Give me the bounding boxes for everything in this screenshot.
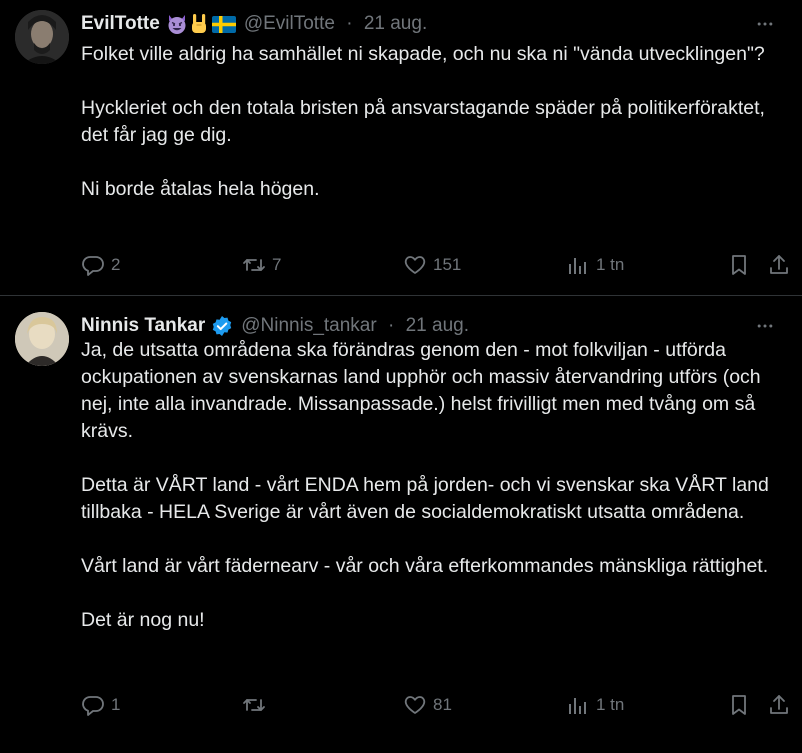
display-name[interactable]: EvilTotte (81, 13, 160, 35)
views-count: 1 tn (596, 695, 625, 714)
tweet-ninnis-tankar[interactable]: Ninnis Tankar @Ninnis_tankar · 21 aug. J… (0, 296, 802, 753)
timestamp[interactable]: 21 aug. (364, 13, 427, 34)
reply-button[interactable]: 2 (81, 250, 120, 280)
tweet-paragraph: Ja, de utsatta områdena ska förändras ge… (81, 339, 761, 442)
like-button[interactable]: 81 (403, 690, 452, 720)
tweet-paragraph: Detta är VÅRT land - vårt ENDA hem på jo… (81, 474, 769, 523)
tweet-paragraph: Ni borde åtalas hela högen. (81, 178, 320, 200)
reply-icon (82, 256, 104, 276)
views-icon (569, 698, 586, 714)
tweet-paragraph: Vårt land är vårt fädernearv - vår och v… (81, 555, 769, 577)
share-icon (770, 255, 788, 274)
share-icon (770, 695, 788, 714)
tweet-header: Ninnis Tankar @Ninnis_tankar · 21 aug. (81, 313, 786, 339)
action-bar: 1 81 1 tn (0, 690, 802, 720)
handle[interactable]: @Ninnis_tankar (241, 315, 376, 336)
repost-icon (243, 259, 265, 271)
like-count: 151 (433, 255, 462, 274)
bookmark-button[interactable] (727, 690, 751, 720)
avatar[interactable] (15, 312, 69, 366)
repost-icon (243, 699, 265, 711)
repost-button[interactable]: 7 (242, 250, 281, 280)
heart-icon (404, 696, 426, 714)
more-icon[interactable] (752, 313, 778, 339)
action-bar: 2 7 151 1 tn (0, 250, 802, 280)
tweet-paragraph: Hyckleriet och den totala bristen på ans… (81, 97, 765, 146)
rock-on-hand-emoji-icon (190, 13, 208, 35)
heart-icon (404, 256, 426, 274)
like-button[interactable]: 151 (403, 250, 461, 280)
timestamp[interactable]: 21 aug. (406, 315, 469, 336)
bookmark-icon (732, 255, 746, 275)
bookmark-button[interactable] (727, 250, 751, 280)
tweet-text: Ja, de utsatta områdena ska förändras ge… (81, 337, 781, 634)
separator: · (346, 13, 353, 34)
share-button[interactable] (767, 690, 791, 720)
tweet-eviltotte[interactable]: EvilTotte @EvilTotte · 21 aug. Folket vi… (0, 0, 802, 296)
reply-button[interactable]: 1 (81, 690, 120, 720)
bookmark-icon (732, 695, 746, 715)
views-button[interactable]: 1 tn (566, 250, 624, 280)
reply-count: 2 (111, 255, 121, 274)
reply-icon (82, 696, 104, 716)
views-button[interactable]: 1 tn (566, 690, 624, 720)
tweet-text: Folket ville aldrig ha samhället ni skap… (81, 41, 781, 203)
tweet-paragraph: Folket ville aldrig ha samhället ni skap… (81, 43, 765, 65)
reply-count: 1 (111, 695, 121, 714)
like-count: 81 (433, 695, 452, 714)
display-name[interactable]: Ninnis Tankar (81, 315, 205, 337)
views-count: 1 tn (596, 255, 625, 274)
tweet-paragraph: Det är nog nu! (81, 609, 205, 631)
handle[interactable]: @EvilTotte (244, 13, 335, 34)
avatar[interactable] (15, 10, 69, 64)
swedish-flag-emoji-icon (211, 15, 236, 33)
repost-button[interactable] (242, 690, 272, 720)
tweet-header: EvilTotte @EvilTotte · 21 aug. (81, 11, 786, 37)
separator: · (387, 315, 395, 336)
repost-count: 7 (272, 255, 282, 274)
verified-badge-icon (211, 315, 233, 337)
views-icon (569, 258, 586, 274)
more-icon[interactable] (752, 11, 778, 37)
smiling-devil-emoji-icon (166, 13, 188, 35)
share-button[interactable] (767, 250, 791, 280)
